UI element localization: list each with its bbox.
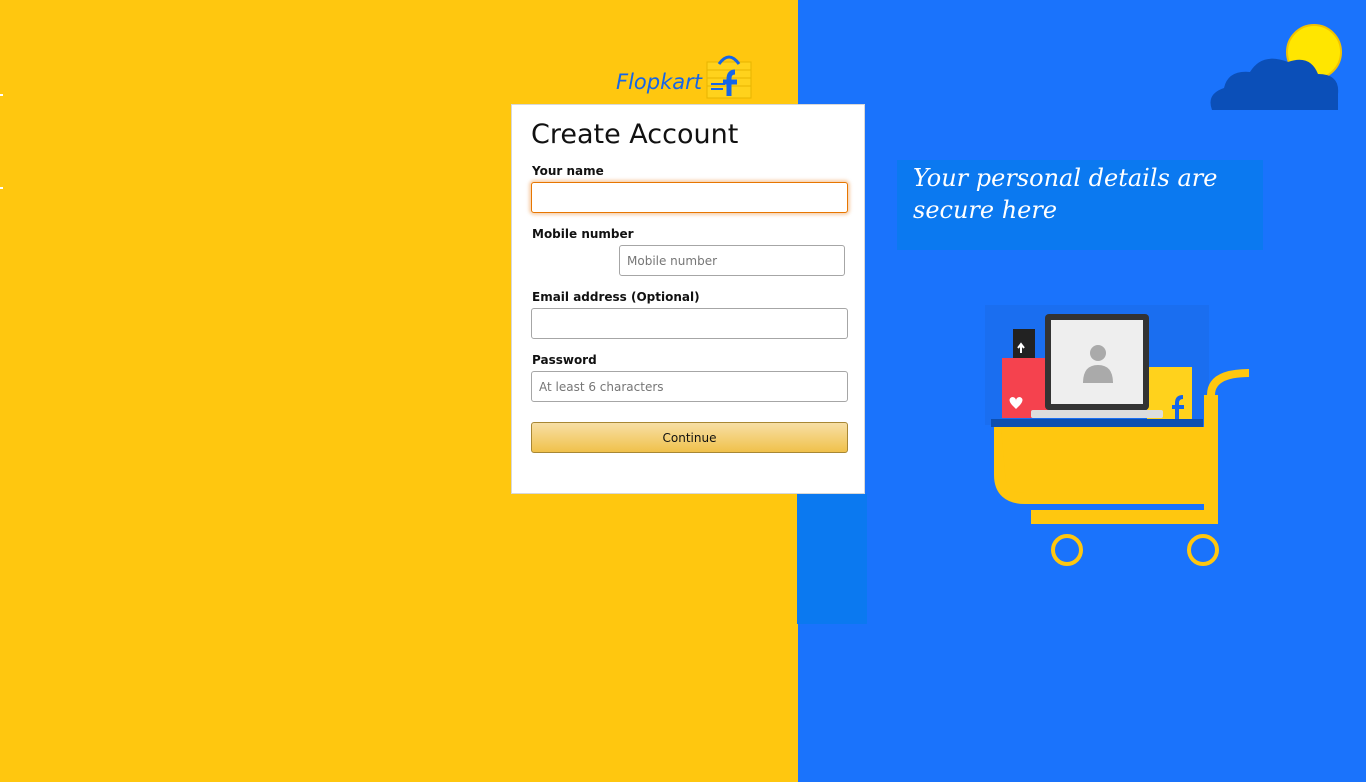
mobile-input[interactable]	[619, 245, 845, 276]
continue-button[interactable]: Continue	[531, 422, 848, 453]
shopping-cart-laptop-icon	[985, 305, 1250, 566]
brand-name: Flopkart	[616, 70, 702, 94]
edge-mark	[0, 187, 3, 189]
mobile-label: Mobile number	[532, 227, 634, 241]
name-input[interactable]	[531, 182, 848, 213]
email-input[interactable]	[531, 308, 848, 339]
secure-message: Your personal details are secure here	[913, 164, 1218, 224]
name-label: Your name	[532, 164, 604, 178]
decorative-strip	[797, 494, 867, 624]
edge-mark	[0, 94, 3, 96]
secure-message-box: Your personal details are secure here	[897, 160, 1263, 250]
page-title: Create Account	[531, 119, 739, 150]
password-input[interactable]	[531, 371, 848, 402]
shopping-bag-logo-icon	[706, 55, 752, 99]
email-label: Email address (Optional)	[532, 290, 700, 304]
sun-cloud-icon	[1210, 24, 1342, 110]
password-label: Password	[532, 353, 597, 367]
create-account-card: Create Account Your name Mobile number E…	[511, 104, 865, 494]
